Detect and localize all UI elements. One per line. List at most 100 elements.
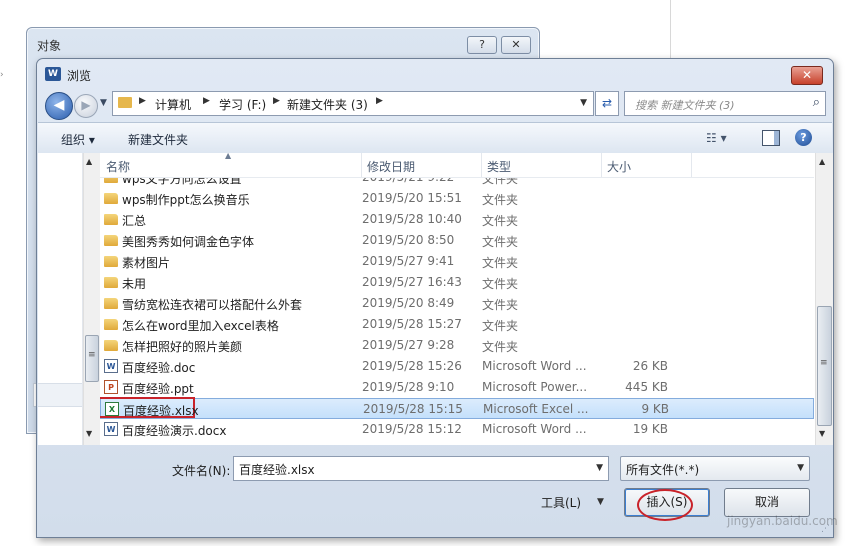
new-folder-button[interactable]: 新建文件夹 (128, 131, 188, 148)
help-button[interactable]: ? (467, 36, 497, 54)
folder-icon (104, 277, 118, 288)
recent-locations-dropdown[interactable]: ▼ (100, 98, 107, 108)
ppt-file-icon: P (104, 380, 118, 394)
file-name: 百度经验.doc (122, 361, 196, 375)
folder-icon (104, 298, 118, 309)
address-dropdown-icon[interactable]: ▼ (580, 98, 587, 108)
file-type: 文件夹 (482, 319, 519, 333)
chevron-right-icon[interactable]: ▶ (376, 96, 383, 106)
column-name[interactable]: 名称 ▲ (100, 153, 362, 177)
file-date: 2019/5/20 8:49 (362, 296, 455, 310)
file-type: 文件夹 (482, 193, 519, 207)
file-size: 26 KB (632, 359, 668, 373)
file-date: 2019/5/28 15:15 (363, 402, 463, 416)
search-icon[interactable]: ⌕ (813, 95, 820, 110)
scroll-down-icon[interactable]: ▼ (819, 429, 825, 438)
file-name: 百度经验演示.docx (122, 424, 227, 438)
folder-row[interactable]: 素材图片 2019/5/27 9:41 文件夹 (100, 251, 814, 272)
forward-button[interactable]: ▶ (74, 94, 98, 118)
file-name: 汇总 (122, 214, 147, 228)
browse-dialog: W 浏览 ✕ ◀ ▶ ▼ ▶ 计算机 ▶ 学习 (F:) ▶ 新建文件夹 (3)… (36, 58, 838, 538)
breadcrumb-folder[interactable]: 新建文件夹 (3) (287, 96, 368, 113)
folder-icon (118, 97, 132, 108)
file-date: 2019/5/28 15:12 (362, 422, 462, 436)
navigation-selected-item[interactable] (38, 383, 82, 407)
file-type: 文件夹 (482, 256, 519, 270)
file-name-value: 百度经验.xlsx (239, 463, 315, 477)
close-button[interactable]: ✕ (791, 66, 823, 85)
chevron-down-icon[interactable]: ▼ (597, 497, 604, 507)
file-type: Microsoft Power... (482, 380, 588, 394)
column-date[interactable]: 修改日期 (361, 153, 482, 177)
file-list: 名称 ▲ 修改日期 类型 大小 wps文字方向怎么设置2019/5/21 9:2… (100, 153, 814, 445)
browse-dialog-title: 浏览 (67, 69, 92, 83)
folder-row[interactable]: 美图秀秀如何调金色字体 2019/5/20 8:50 文件夹 (100, 230, 814, 251)
organize-button[interactable]: 组织 ▾ (61, 131, 95, 148)
breadcrumb-drive[interactable]: 学习 (F:) (219, 96, 266, 113)
browse-titlebar[interactable]: W 浏览 ✕ (37, 59, 833, 89)
file-size: 9 KB (641, 402, 669, 416)
help-icon[interactable]: ? (795, 129, 812, 146)
file-type: Microsoft Word ... (482, 422, 587, 436)
file-type-value: 所有文件(*.*) (626, 463, 700, 477)
file-name: 百度经验.xlsx (123, 404, 199, 418)
navigation-scrollbar[interactable] (83, 153, 100, 445)
folder-icon (104, 256, 118, 267)
chevron-right-icon[interactable]: ▶ (139, 96, 146, 106)
preview-pane-icon[interactable] (762, 130, 780, 146)
navigation-pane[interactable] (38, 153, 83, 445)
file-name-input[interactable]: 百度经验.xlsx ▼ (233, 456, 609, 481)
file-name: 怎么在word里加入excel表格 (122, 319, 279, 333)
file-row[interactable]: W 百度经验.doc 2019/5/28 15:26 Microsoft Word .… (100, 356, 814, 377)
search-placeholder: 搜索 新建文件夹 (3) (635, 99, 735, 112)
toolbar: 组织 ▾ 新建文件夹 ☷ ▾ ? (38, 122, 832, 154)
file-type: Microsoft Word ... (482, 359, 587, 373)
folder-row[interactable]: 怎么在word里加入excel表格 2019/5/28 15:27 文件夹 (100, 314, 814, 335)
file-type-select[interactable]: 所有文件(*.*) ▼ (620, 456, 810, 481)
file-name: 未用 (122, 277, 147, 291)
folder-row[interactable]: 汇总 2019/5/28 10:40 文件夹 (100, 209, 814, 230)
file-type: 文件夹 (482, 340, 519, 354)
file-size: 19 KB (632, 422, 668, 436)
file-name: 雪纺宽松连衣裙可以搭配什么外套 (122, 298, 303, 312)
refresh-button[interactable]: ⇄ (595, 91, 619, 116)
cancel-button[interactable]: 取消 (724, 488, 810, 517)
file-row[interactable]: X 百度经验.xlsx 2019/5/28 15:15 Microsoft Excel… (100, 397, 814, 419)
insert-button[interactable]: 插入(S) (624, 488, 710, 517)
column-type[interactable]: 类型 (481, 153, 602, 177)
column-size[interactable]: 大小 (601, 153, 692, 177)
file-date: 2019/5/28 15:27 (362, 317, 462, 331)
folder-icon (104, 214, 118, 225)
chevron-down-icon[interactable]: ▼ (596, 463, 603, 473)
back-button[interactable]: ◀ (45, 92, 73, 120)
object-close-button[interactable]: ✕ (501, 36, 531, 54)
folder-row[interactable]: 怎样把照好的照片美颜 2019/5/27 9:28 文件夹 (100, 335, 814, 356)
file-row[interactable]: P 百度经验.ppt 2019/5/28 9:10 Microsoft Power..… (100, 377, 814, 398)
chevron-down-icon[interactable]: ▼ (797, 463, 804, 473)
breadcrumb-computer[interactable]: 计算机 (155, 96, 191, 113)
file-name: 美图秀秀如何调金色字体 (122, 235, 255, 249)
address-bar[interactable]: ▶ 计算机 ▶ 学习 (F:) ▶ 新建文件夹 (3) ▶ ▼ (112, 91, 594, 116)
file-name: 素材图片 (122, 256, 171, 270)
view-options-icon[interactable]: ☷ ▾ (706, 131, 727, 145)
folder-row[interactable]: wps制作ppt怎么换音乐 2019/5/20 15:51 文件夹 (100, 188, 814, 209)
folder-row[interactable]: 雪纺宽松连衣裙可以搭配什么外套 2019/5/20 8:49 文件夹 (100, 293, 814, 314)
file-date: 2019/5/27 16:43 (362, 275, 462, 289)
file-name: wps制作ppt怎么换音乐 (122, 193, 250, 207)
chevron-right-icon[interactable]: ▶ (203, 96, 210, 106)
object-dialog-title: 对象 (37, 39, 62, 53)
file-date: 2019/5/28 9:10 (362, 380, 455, 394)
tools-button[interactable]: 工具(L) (541, 494, 581, 511)
scroll-up-icon[interactable]: ▲ (86, 157, 92, 166)
scroll-down-icon[interactable]: ▼ (86, 429, 92, 438)
chevron-right-icon[interactable]: ▶ (273, 96, 280, 106)
file-name-label: 文件名(N): (172, 464, 231, 478)
scroll-up-icon[interactable]: ▲ (819, 157, 825, 166)
sort-ascending-icon: ▲ (225, 153, 232, 160)
folder-row[interactable]: 未用 2019/5/27 16:43 文件夹 (100, 272, 814, 293)
folder-icon (104, 235, 118, 246)
word-app-icon: W (45, 67, 61, 81)
search-input[interactable]: 搜索 新建文件夹 (3) ⌕ (624, 91, 826, 116)
file-name: 怎样把照好的照片美颜 (122, 340, 243, 354)
file-row[interactable]: W 百度经验演示.docx 2019/5/28 15:12 Microsoft Wor… (100, 419, 814, 440)
